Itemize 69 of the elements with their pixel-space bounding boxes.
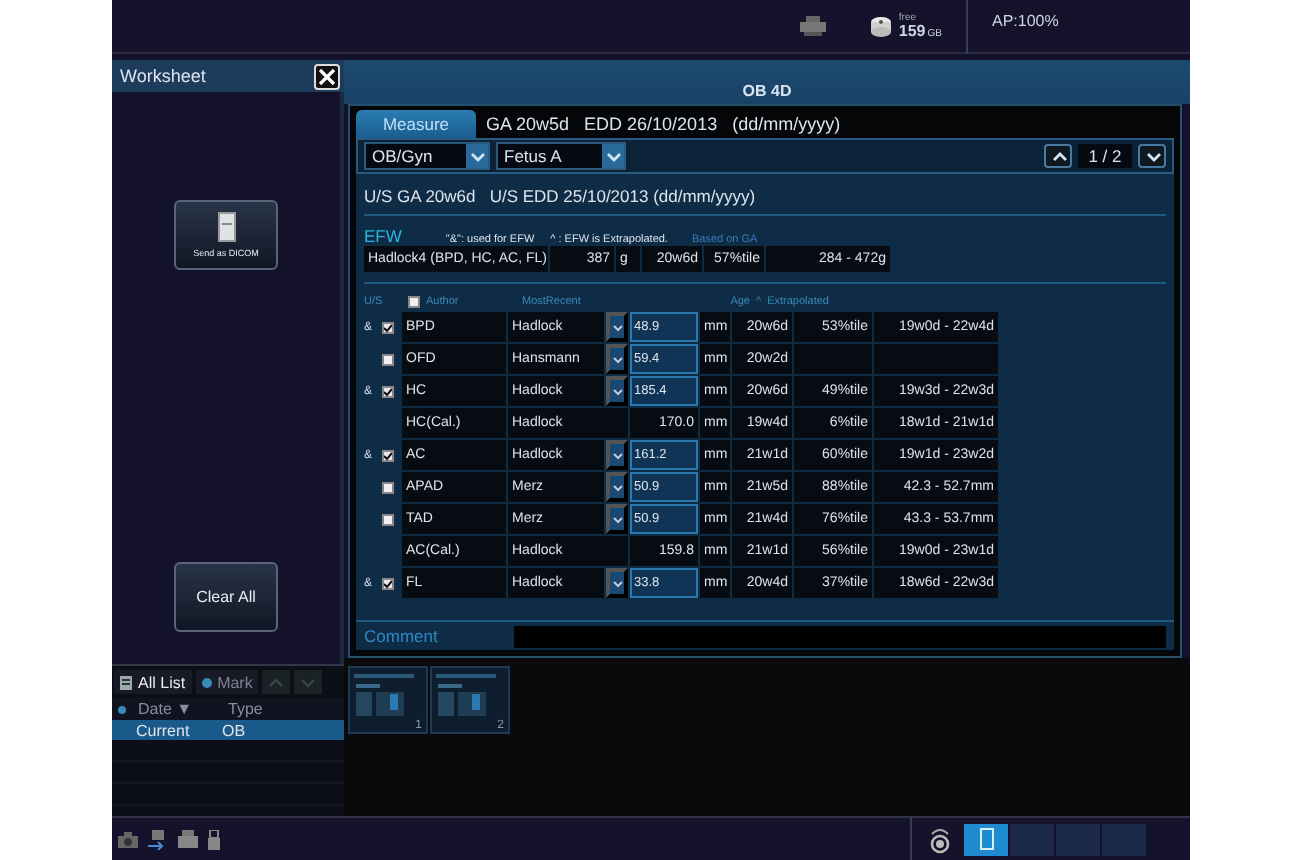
close-icon — [318, 67, 336, 85]
printer-icon[interactable] — [178, 830, 198, 848]
chevron-up-icon — [268, 674, 285, 690]
application-dropdown[interactable]: OB/Gyn — [364, 142, 490, 170]
document-icon — [217, 212, 235, 242]
row-checkbox[interactable] — [382, 353, 394, 365]
acoustic-power-text: AP:100% — [992, 11, 1059, 29]
comment-field[interactable] — [514, 625, 1166, 647]
chevron-down-icon — [611, 481, 623, 493]
chevron-down-icon — [468, 147, 486, 165]
panel-title: Worksheet — [120, 66, 206, 86]
chevron-down-icon — [611, 513, 623, 525]
list-tab[interactable]: All List — [114, 670, 192, 694]
page-preview-drawing — [354, 674, 414, 722]
list-tab[interactable]: Mark — [195, 670, 259, 694]
check-icon — [384, 387, 392, 395]
exam-summary: GA 20w5d EDD 26/10/2013 (dd/mm/yyyy) — [486, 114, 841, 134]
chevron-down-icon — [611, 449, 623, 461]
probe-icon[interactable] — [928, 825, 952, 853]
row-checkbox[interactable] — [382, 513, 394, 525]
ultrasound-summary: U/S GA 20w6d U/S EDD 25/10/2013 (dd/mm/yyyy) — [364, 174, 1166, 216]
chevron-down-icon — [604, 147, 622, 165]
row-checkbox[interactable] — [382, 385, 394, 397]
page-down-button[interactable] — [1138, 144, 1166, 168]
author-dropdown-button[interactable] — [606, 344, 628, 374]
author-dropdown-button[interactable] — [606, 376, 628, 406]
film-export-icon[interactable] — [148, 829, 168, 849]
row-checkbox[interactable] — [382, 481, 394, 493]
check-icon — [384, 579, 392, 587]
author-dropdown-button[interactable] — [606, 568, 628, 598]
row-checkbox[interactable] — [382, 577, 394, 589]
fetus-dropdown[interactable]: Fetus A — [496, 142, 626, 170]
check-icon — [384, 451, 392, 459]
storage-value: 159 — [898, 21, 926, 39]
page-preview-drawing — [436, 674, 496, 722]
close-button[interactable] — [314, 63, 340, 89]
dot-icon — [201, 677, 212, 687]
list-icon — [120, 675, 132, 689]
row-checkbox[interactable] — [382, 321, 394, 333]
comment-label: Comment — [364, 626, 440, 646]
list-row[interactable]: Current OB — [112, 720, 344, 740]
row-checkbox[interactable] — [382, 449, 394, 461]
page-up-button[interactable] — [1044, 144, 1072, 168]
column-header[interactable]: Date ▼ — [132, 700, 193, 718]
chevron-down-icon — [611, 385, 623, 397]
check-icon — [384, 323, 392, 331]
chevron-down-icon — [1143, 147, 1161, 165]
clear-all-button[interactable]: Clear All — [174, 562, 278, 632]
header-checkbox[interactable] — [408, 296, 420, 308]
chevron-down-icon — [300, 674, 317, 690]
worksheet-title-bar: OB 4D — [344, 60, 1190, 104]
author-dropdown-button[interactable] — [606, 504, 628, 534]
column-header[interactable]: Type — [222, 700, 263, 718]
author-dropdown-button[interactable] — [606, 472, 628, 502]
author-dropdown-button[interactable] — [606, 440, 628, 470]
measure-tab[interactable]: Measure — [356, 110, 476, 138]
author-dropdown-button[interactable] — [606, 312, 628, 342]
printer-icon — [800, 16, 827, 36]
efw-title: EFW — [364, 226, 402, 246]
page-icon — [979, 828, 993, 850]
chevron-down-icon — [611, 353, 623, 365]
usb-icon[interactable] — [208, 829, 220, 849]
camera-icon[interactable] — [118, 831, 138, 847]
chevron-up-icon — [1049, 147, 1067, 165]
toolbar-button[interactable] — [964, 823, 1008, 855]
chevron-down-icon — [611, 577, 623, 589]
page-indicator: 1 / 2 — [1078, 144, 1132, 168]
dot-icon — [118, 705, 126, 713]
chevron-down-icon — [611, 321, 623, 333]
